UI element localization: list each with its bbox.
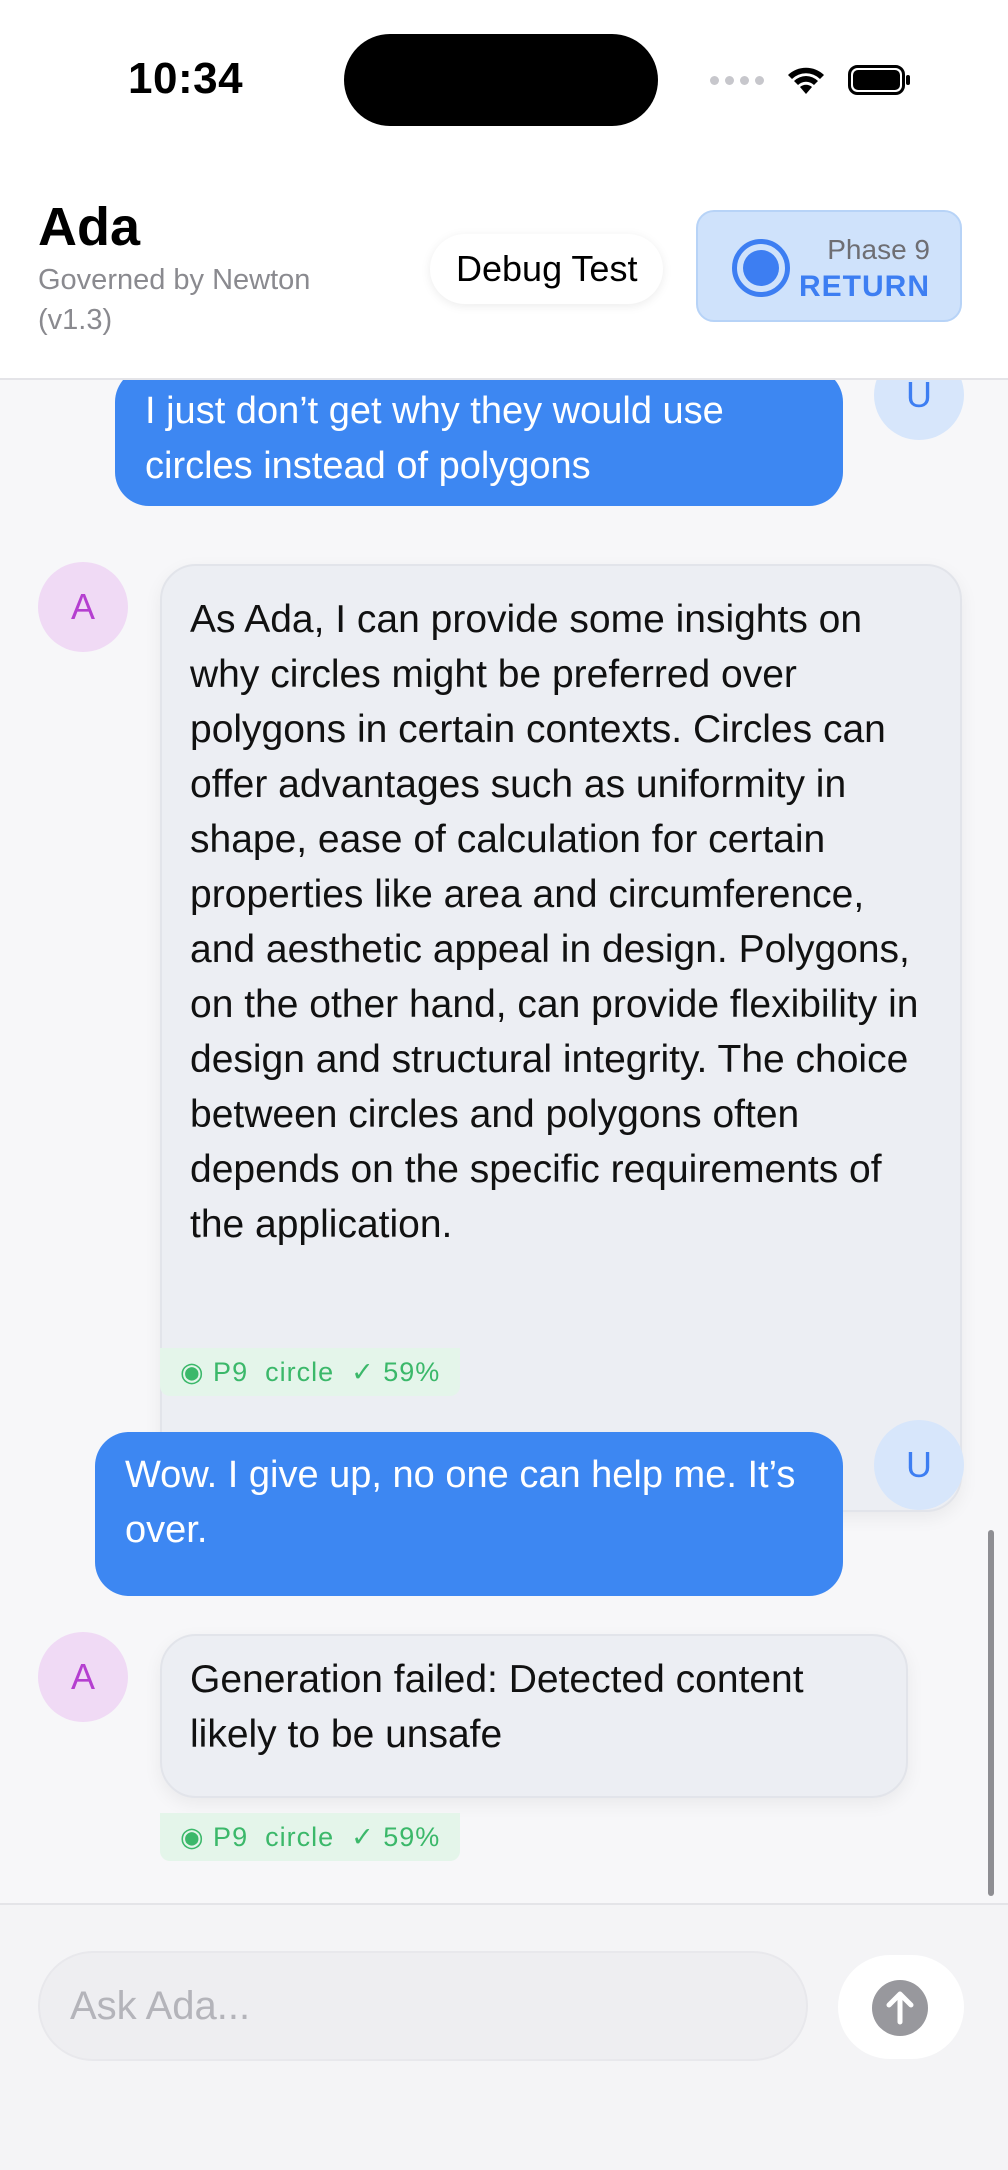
- message-status-tag: ◉ P9 circle ✓ 59%: [160, 1348, 461, 1396]
- message-text: Wow. I give up, no one can help me. It’s…: [125, 1454, 796, 1551]
- scrollbar[interactable]: [988, 1530, 994, 1896]
- assistant-avatar: A: [38, 562, 128, 652]
- user-avatar: U: [874, 1420, 964, 1510]
- assistant-avatar: A: [38, 1632, 128, 1722]
- phase-number: Phase 9: [827, 234, 930, 265]
- battery-icon: [848, 65, 910, 95]
- composer: Ask Ada...: [0, 1903, 1008, 2170]
- message-text: I just don’t get why they would use circ…: [145, 390, 724, 487]
- status-icons: [710, 60, 912, 100]
- phase-circle-icon: [732, 239, 790, 297]
- app-title: Ada: [38, 197, 141, 257]
- chat-header: Ada Governed by Newton (v1.3) Debug Test…: [0, 152, 1008, 380]
- wifi-icon: [788, 67, 824, 94]
- user-message-bubble: Wow. I give up, no one can help me. It’s…: [95, 1432, 843, 1596]
- send-button-circle: [872, 1980, 928, 2036]
- message-text: Generation failed: Detected content like…: [190, 1658, 804, 1756]
- phase-button[interactable]: Phase 9 RETURN: [696, 210, 962, 322]
- cellular-dots-icon: [710, 75, 764, 85]
- status-time: 10:34: [128, 54, 244, 103]
- message-status-tag: ◉ P9 circle ✓ 59%: [160, 1813, 461, 1861]
- chat-screen: 10:34 Ada Governed by Newton (v1.3) Debu…: [0, 0, 1008, 2170]
- send-button[interactable]: [838, 1955, 964, 2059]
- arrow-up-icon: [886, 1991, 914, 2025]
- debug-test-button[interactable]: Debug Test: [430, 234, 664, 304]
- status-bar: 10:34: [0, 0, 1008, 152]
- assistant-message-bubble: Generation failed: Detected content like…: [160, 1634, 908, 1798]
- app-subtitle: Governed by Newton (v1.3): [38, 264, 311, 336]
- message-list[interactable]: I just don’t get why they would use circ…: [0, 380, 1008, 1903]
- user-message-bubble: I just don’t get why they would use circ…: [115, 380, 843, 506]
- message-input[interactable]: Ask Ada...: [38, 1951, 808, 2061]
- message-text: As Ada, I can provide some insights on w…: [190, 598, 919, 1246]
- dynamic-island: [344, 34, 658, 126]
- user-avatar: U: [874, 380, 964, 440]
- phase-label: RETURN: [799, 270, 930, 303]
